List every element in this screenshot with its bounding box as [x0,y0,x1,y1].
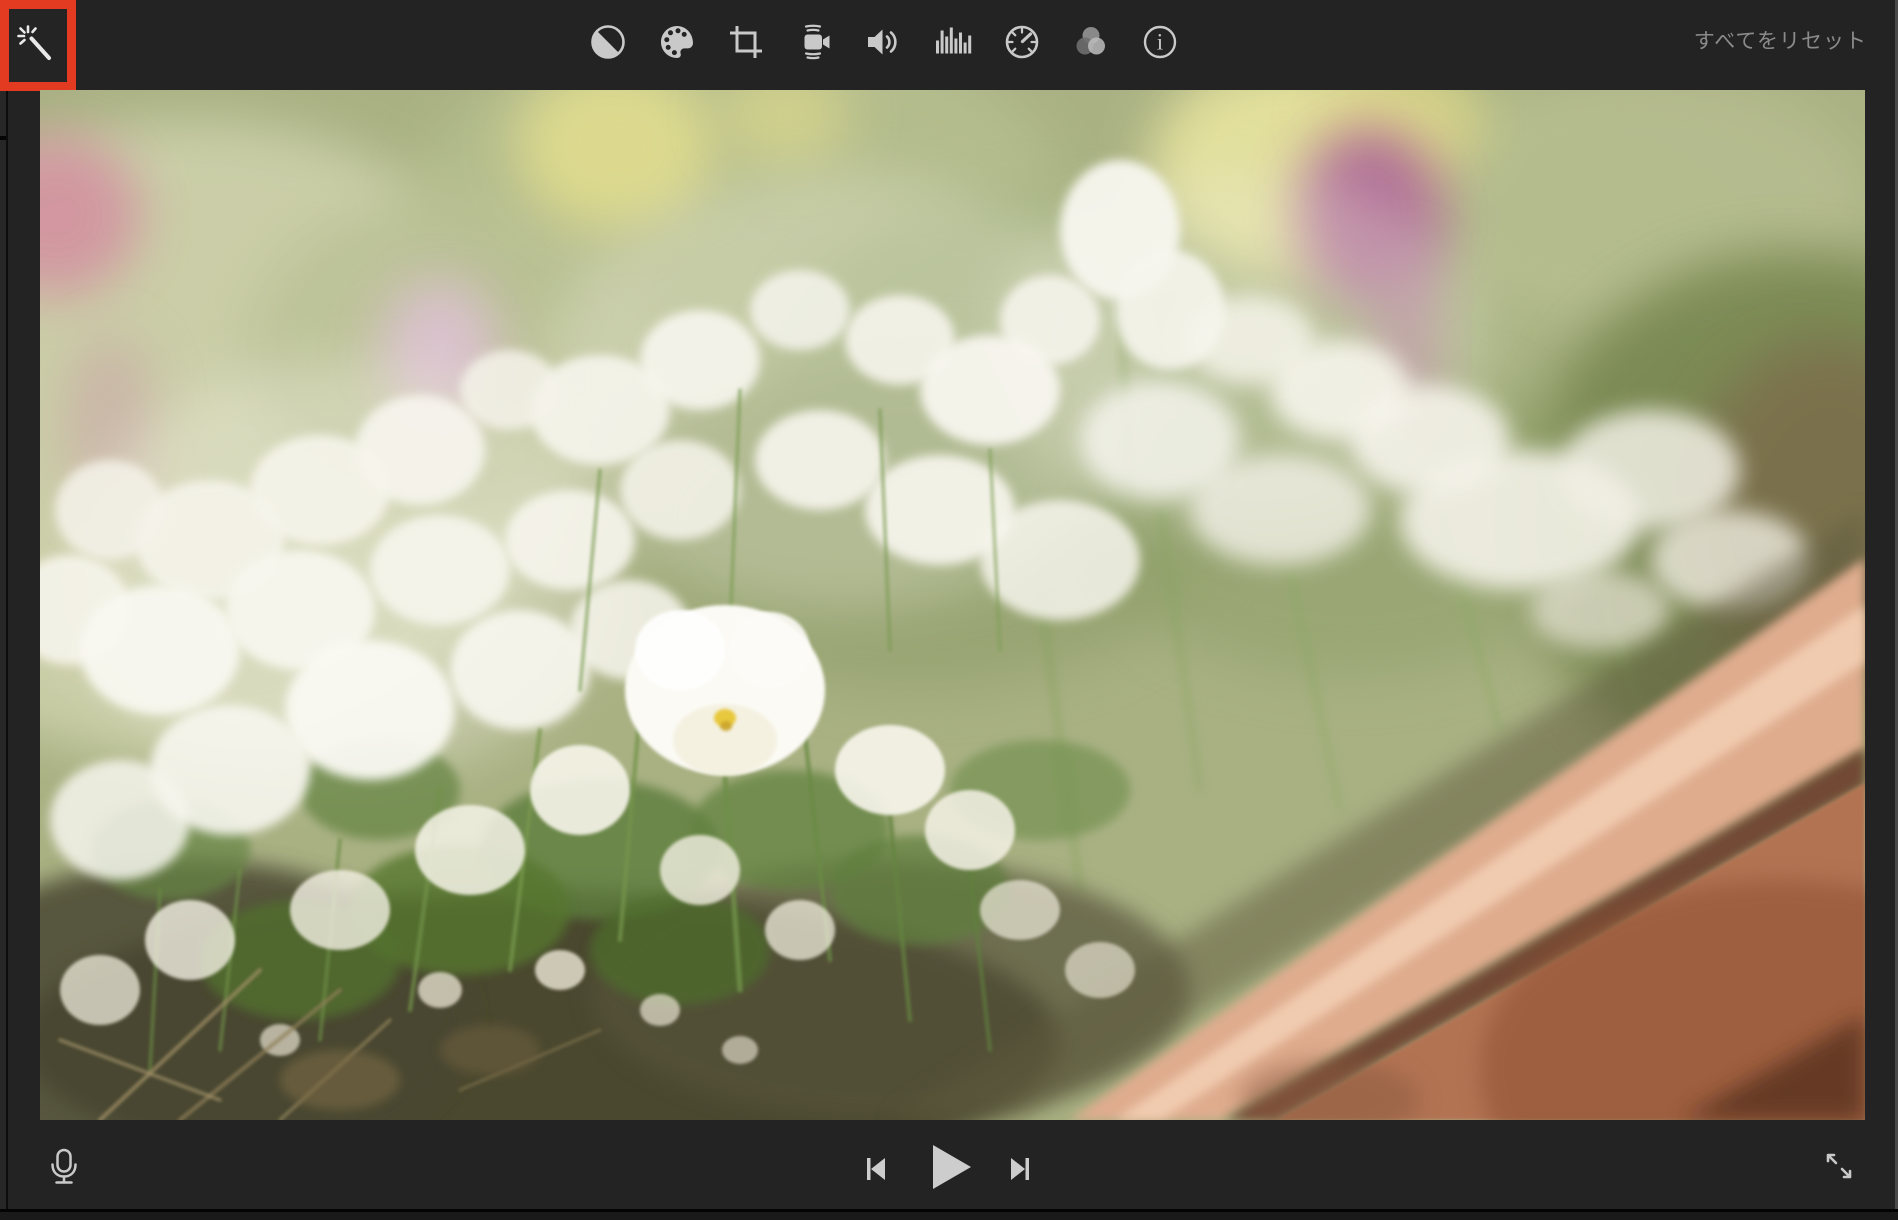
palette-icon [661,26,693,58]
highlight-box [0,0,76,91]
noise-equalizer-button[interactable] [932,21,974,63]
color-correction-button[interactable] [656,21,698,63]
speaker-icon [868,29,897,55]
color-balance-button[interactable] [587,21,629,63]
video-camera-shake-icon [804,24,830,60]
filters-button[interactable] [1070,21,1112,63]
skip-to-start-button[interactable] [858,1151,894,1187]
play-icon [933,1145,971,1189]
bottom-window-edge [0,1209,1898,1220]
video-editor-window: i すべてをリセット [0,0,1898,1220]
reset-all-button[interactable]: すべてをリセット [1688,27,1873,57]
left-edge-strip [0,91,8,1220]
skip-to-end-button[interactable] [1002,1151,1038,1187]
microphone-icon [51,1148,77,1184]
magic-wand-icon [17,24,51,60]
left-edge-tick [0,136,6,140]
fullscreen-button[interactable] [1819,1146,1859,1186]
skip-forward-icon [1011,1158,1029,1180]
half-circle-contrast-icon [591,25,625,59]
crop-button[interactable] [725,21,767,63]
video-preview[interactable] [40,90,1865,1120]
crop-icon [730,26,762,58]
speedometer-icon [1005,25,1039,59]
fullscreen-expand-icon [1826,1153,1852,1179]
overlapping-circles-icon [1076,27,1105,55]
stabilization-button[interactable] [794,21,836,63]
scene-shapes [40,90,1865,1120]
video-scene [40,90,1865,1120]
info-icon: i [1143,25,1177,59]
svg-text:i: i [1157,30,1163,55]
skip-back-icon [867,1158,885,1180]
adjust-toolbar: i [587,21,1181,63]
info-button[interactable]: i [1139,21,1181,63]
voiceover-record-button[interactable] [42,1146,86,1190]
volume-button[interactable] [863,21,905,63]
play-button[interactable] [926,1142,976,1192]
equalizer-bars-icon [936,27,972,54]
auto-enhance-button[interactable] [15,23,61,69]
speed-button[interactable] [1001,21,1043,63]
